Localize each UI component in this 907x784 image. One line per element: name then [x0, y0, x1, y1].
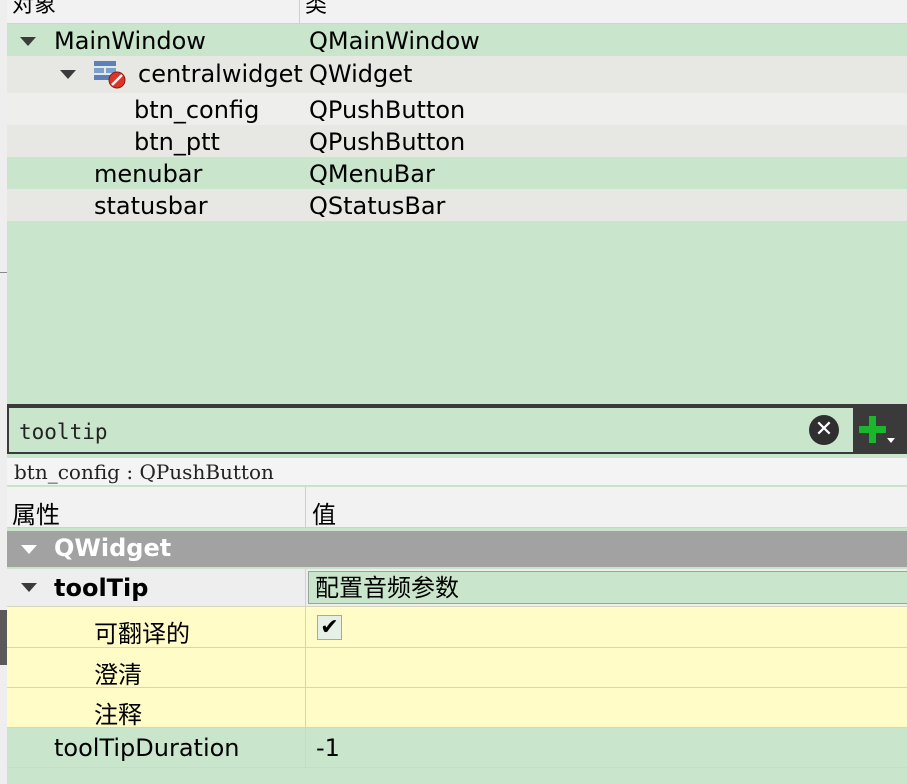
tree-item-class: QMainWindow	[309, 27, 480, 55]
tree-item-class: QPushButton	[309, 128, 466, 156]
column-divider	[305, 688, 306, 727]
tree-row-btn-config[interactable]: btn_config QPushButton	[7, 93, 907, 125]
expand-arrow-icon[interactable]	[21, 545, 37, 554]
column-divider	[305, 728, 306, 767]
property-editor-header: 属性 值	[7, 487, 907, 530]
tree-item-name: menubar	[94, 160, 203, 188]
column-divider[interactable]	[299, 0, 300, 23]
column-header-value[interactable]: 值	[312, 495, 336, 530]
property-row-translatable[interactable]: 可翻译的 ✔	[7, 607, 907, 648]
column-header-class[interactable]: 类	[305, 0, 327, 17]
property-row-disambiguation[interactable]: 澄清	[7, 648, 907, 689]
property-name: toolTip	[54, 574, 149, 602]
tree-item-name: centralwidget	[138, 60, 303, 88]
property-group-qwidget[interactable]: QWidget	[7, 531, 907, 567]
tree-item-name: statusbar	[94, 192, 208, 220]
column-header-property[interactable]: 属性	[12, 495, 60, 530]
property-group-label: QWidget	[54, 534, 172, 562]
tree-row-mainwindow[interactable]: MainWindow QMainWindow	[7, 24, 907, 56]
add-dynamic-property-button[interactable]	[853, 408, 907, 454]
current-object-label: btn_config : QPushButton	[7, 458, 907, 486]
tooltip-value-editor[interactable]: 配置音频参数	[308, 571, 907, 604]
add-dynamic-property-icon	[859, 416, 895, 443]
property-name: toolTipDuration	[54, 734, 240, 762]
tree-item-class: QStatusBar	[309, 192, 446, 220]
widget-broken-layout-icon	[94, 61, 126, 89]
tree-row-btn-ptt[interactable]: btn_ptt QPushButton	[7, 125, 907, 157]
property-row-tooltip-duration[interactable]: toolTipDuration -1	[7, 728, 907, 768]
column-divider	[305, 569, 306, 606]
translatable-checkbox[interactable]: ✔	[317, 615, 342, 640]
tooltip-duration-value: -1	[316, 734, 340, 762]
property-filter-bar: ✕	[7, 408, 853, 454]
tree-item-class: QWidget	[309, 60, 413, 88]
property-name: 注释	[94, 701, 142, 729]
tree-item-name: btn_config	[134, 96, 260, 124]
tree-item-class: QPushButton	[309, 96, 466, 124]
expand-arrow-icon[interactable]	[20, 37, 36, 46]
tree-row-centralwidget[interactable]: centralwidget QWidget	[7, 56, 907, 93]
edge-mark	[0, 610, 7, 665]
tree-item-class: QMenuBar	[309, 160, 435, 188]
clear-icon[interactable]: ✕	[809, 415, 839, 445]
object-tree[interactable]: MainWindow QMainWindow centralwidget QWi…	[7, 24, 907, 404]
property-name: 可翻译的	[94, 620, 190, 648]
expand-arrow-icon[interactable]	[21, 583, 37, 592]
property-row-comment[interactable]: 注释	[7, 688, 907, 729]
column-header-object[interactable]: 对象	[12, 0, 56, 17]
column-divider	[305, 607, 306, 647]
left-edge-strip	[0, 0, 7, 784]
tree-item-name: btn_ptt	[134, 128, 220, 156]
property-row-tooltip[interactable]: toolTip 配置音频参数	[7, 569, 907, 607]
tree-row-statusbar[interactable]: statusbar QStatusBar	[7, 189, 907, 221]
tree-row-menubar[interactable]: menubar QMenuBar	[7, 157, 907, 189]
property-filter-input[interactable]	[19, 420, 779, 444]
property-editor-empty-area	[7, 768, 907, 784]
object-inspector-header: 对象 类	[7, 0, 907, 24]
expand-arrow-icon[interactable]	[60, 70, 76, 79]
column-divider[interactable]	[305, 487, 306, 527]
property-name: 澄清	[94, 661, 142, 689]
edge-mark	[0, 272, 7, 273]
column-divider	[305, 648, 306, 687]
tree-item-name: MainWindow	[54, 27, 206, 55]
